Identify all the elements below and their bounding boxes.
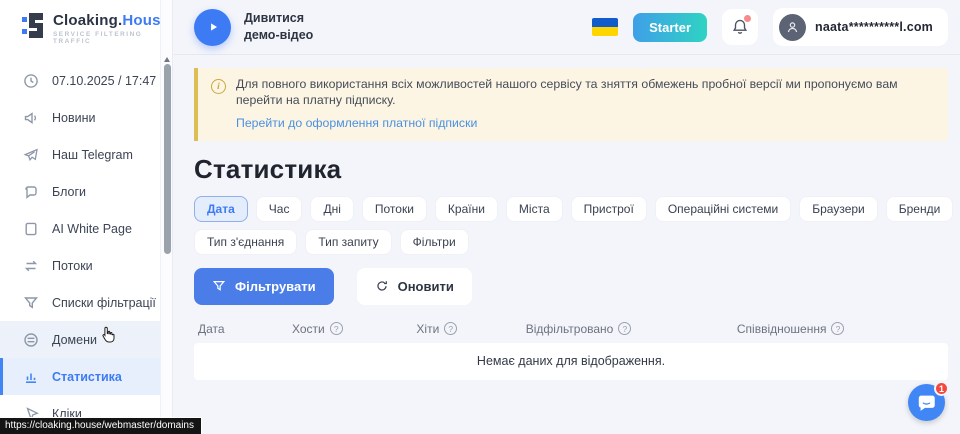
column-header-hosts: Хости [292, 322, 416, 336]
browser-status-bar: https://cloaking.house/webmaster/domains [0, 417, 202, 434]
sidebar-item-news[interactable]: Новини [0, 99, 160, 136]
sidebar-item-statistics[interactable]: Статистика [0, 358, 160, 395]
funnel-icon [23, 295, 39, 311]
filter-button[interactable]: Фільтрувати [194, 268, 334, 305]
chat-widget-icon [917, 394, 936, 412]
sidebar-item-label: 07.10.2025 / 17:47 [52, 74, 156, 88]
plan-badge-button[interactable]: Starter [633, 13, 707, 42]
sidebar: Cloaking.House SERVICE FILTERING TRAFFIC… [0, 0, 160, 434]
help-icon[interactable] [330, 322, 343, 335]
tab-time[interactable]: Час [256, 196, 303, 222]
sidebar-item-label: Потоки [52, 259, 93, 273]
table-actions: Фільтрувати Оновити [194, 268, 948, 305]
refresh-icon [375, 279, 389, 293]
chat-bubble-icon [23, 184, 39, 200]
tab-connection-type[interactable]: Тип з'єднання [194, 229, 297, 255]
clock-icon [23, 73, 39, 89]
scrollbar-thumb[interactable] [164, 64, 171, 254]
top-header: Дивитисядемо-відео Starter [174, 0, 960, 55]
tab-operating-systems[interactable]: Операційні системи [655, 196, 791, 222]
brand-logo[interactable]: Cloaking.House SERVICE FILTERING TRAFFIC [0, 0, 160, 56]
support-chat-button[interactable]: 1 [908, 384, 945, 421]
notifications-button[interactable] [722, 9, 758, 45]
sidebar-item-flows[interactable]: Потоки [0, 247, 160, 284]
help-icon[interactable] [444, 322, 457, 335]
sidebar-item-datetime[interactable]: 07.10.2025 / 17:47 [0, 62, 160, 99]
play-icon[interactable] [194, 9, 231, 46]
page-icon [23, 221, 39, 237]
user-account-menu[interactable]: naata**********l.com [773, 8, 948, 46]
sidebar-scrollbar[interactable] [160, 0, 173, 434]
sidebar-item-label: Списки фільтрації [52, 296, 156, 310]
tab-filters[interactable]: Фільтри [400, 229, 469, 255]
brand-tagline: SERVICE FILTERING TRAFFIC [53, 31, 169, 45]
megaphone-icon [23, 110, 39, 126]
sidebar-item-ai-white-page[interactable]: AI White Page [0, 210, 160, 247]
sidebar-item-filter-lists[interactable]: Списки фільтрації [0, 284, 160, 321]
help-icon[interactable] [831, 322, 844, 335]
stats-table-header: Дата Хости Хіти Відфільтровано Співвідно… [194, 315, 948, 343]
column-header-filtered: Відфільтровано [526, 322, 737, 336]
tab-days[interactable]: Дні [310, 196, 353, 222]
telegram-icon [23, 147, 39, 163]
help-icon[interactable] [618, 322, 631, 335]
sidebar-nav: 07.10.2025 / 17:47 Новини Наш Telegram Б… [0, 56, 160, 432]
tab-browsers[interactable]: Браузери [799, 196, 878, 222]
tab-request-type[interactable]: Тип запиту [305, 229, 391, 255]
demo-video-button[interactable]: Дивитисядемо-відео [194, 9, 313, 46]
sidebar-item-label: Домени [52, 333, 97, 347]
info-icon [211, 79, 226, 94]
sidebar-item-label: Наш Telegram [52, 148, 133, 162]
bar-chart-icon [23, 369, 39, 385]
page-title: Статистика [194, 154, 948, 185]
demo-video-label: Дивитисядемо-відео [244, 10, 313, 44]
sidebar-item-domains[interactable]: Домени [0, 321, 160, 358]
page-content: Для повного використання всіх можливосте… [174, 55, 960, 380]
refresh-button[interactable]: Оновити [357, 268, 472, 305]
scroll-up-arrow-icon[interactable] [164, 57, 170, 62]
tab-cities[interactable]: Міста [506, 196, 563, 222]
stats-tabs-row-1: Дата Час Дні Потоки Країни Міста Пристро… [194, 196, 948, 222]
stats-tabs-row-2: Тип з'єднання Тип запиту Фільтри [194, 229, 948, 255]
funnel-icon [212, 279, 226, 293]
sidebar-item-label: AI White Page [52, 222, 132, 236]
sidebar-item-label: Новини [52, 111, 96, 125]
sidebar-item-telegram[interactable]: Наш Telegram [0, 136, 160, 173]
tab-countries[interactable]: Країни [435, 196, 498, 222]
tab-date[interactable]: Дата [194, 196, 248, 222]
column-header-hits: Хіти [416, 322, 525, 336]
flows-icon [23, 258, 39, 274]
column-header-ratio: Співвідношення [737, 322, 948, 336]
user-email: naata**********l.com [815, 20, 933, 34]
tab-devices[interactable]: Пристрої [571, 196, 647, 222]
trial-warning-banner: Для повного використання всіх можливосте… [194, 68, 948, 141]
upgrade-subscription-link[interactable]: Перейти до оформлення платної підписки [236, 116, 477, 132]
notification-dot [744, 15, 751, 22]
table-empty-state: Немає даних для відображення. [194, 343, 948, 380]
app-window: Cloaking.House SERVICE FILTERING TRAFFIC… [0, 0, 960, 434]
chat-unread-badge: 1 [934, 381, 949, 396]
tab-flows[interactable]: Потоки [362, 196, 427, 222]
column-header-date: Дата [194, 322, 292, 336]
sidebar-item-blogs[interactable]: Блоги [0, 173, 160, 210]
person-icon [785, 20, 800, 35]
cloaking-house-logo-icon [22, 13, 44, 43]
tab-brands[interactable]: Бренди [886, 196, 954, 222]
brand-name: Cloaking.House [53, 12, 169, 29]
sidebar-item-label: Статистика [52, 370, 122, 384]
avatar [779, 14, 806, 41]
header-right-controls: Starter naata**********l.com [592, 8, 948, 46]
sidebar-item-label: Блоги [52, 185, 86, 199]
banner-text: Для повного використання всіх можливосте… [236, 77, 898, 107]
main-area: Дивитисядемо-відео Starter [174, 0, 960, 434]
ukraine-flag-language-switcher[interactable] [592, 18, 618, 36]
globe-icon [23, 332, 39, 348]
